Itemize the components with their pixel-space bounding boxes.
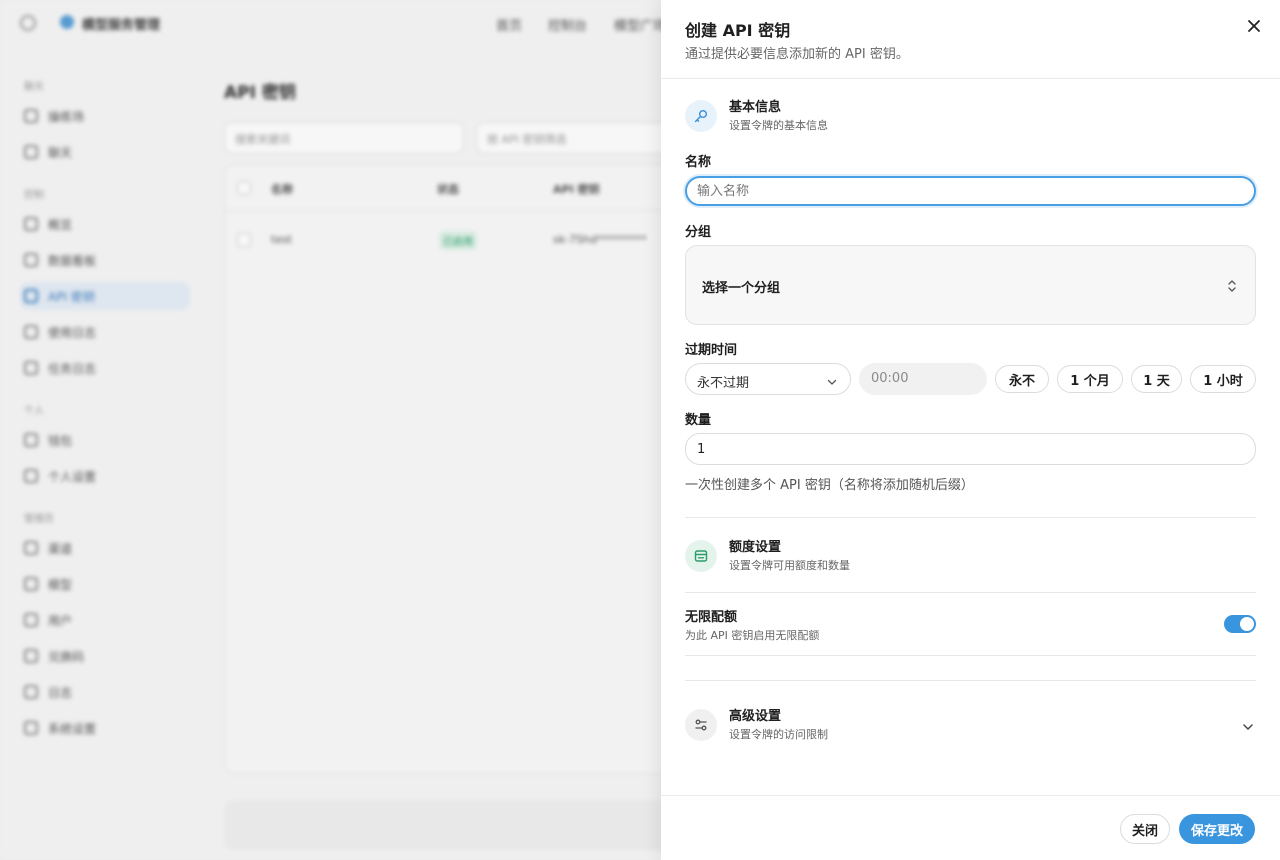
sheet-title: 创建 API 密钥 — [685, 21, 791, 40]
sliders-icon — [685, 709, 717, 741]
advanced-title: 高级设置 — [729, 709, 782, 724]
quantity-hint: 一次性创建多个 API 密钥（名称将添加随机后缀） — [685, 478, 974, 493]
quantity-label: 数量 — [685, 413, 712, 428]
preset-never-button[interactable]: 永不 — [995, 365, 1049, 393]
group-select[interactable]: 选择一个分组 — [685, 245, 1256, 325]
advanced-subtitle: 设置令牌的访问限制 — [729, 728, 828, 741]
chevron-up-down-icon — [1226, 277, 1238, 295]
close-icon[interactable] — [1244, 16, 1264, 36]
name-input[interactable] — [685, 176, 1256, 206]
create-api-key-sheet: 创建 API 密钥 通过提供必要信息添加新的 API 密钥。 基本信息 设置令牌… — [661, 0, 1280, 860]
group-select-value: 选择一个分组 — [702, 281, 781, 296]
chevron-down-icon[interactable] — [1241, 719, 1255, 738]
unlimited-quota-title: 无限配额 — [685, 610, 738, 625]
divider — [685, 517, 1256, 518]
key-icon — [685, 100, 717, 132]
sheet-description: 通过提供必要信息添加新的 API 密钥。 — [685, 47, 909, 62]
time-placeholder: 00:00 — [871, 371, 909, 386]
quantity-input[interactable] — [685, 433, 1256, 465]
basic-info-subtitle: 设置令牌的基本信息 — [729, 119, 828, 132]
preset-1-hour-button[interactable]: 1 小时 — [1190, 365, 1256, 393]
expiry-time-input[interactable]: 00:00 — [859, 363, 987, 395]
group-label: 分组 — [685, 225, 712, 240]
preset-1-day-button[interactable]: 1 天 — [1131, 365, 1182, 393]
sheet-header: 创建 API 密钥 通过提供必要信息添加新的 API 密钥。 — [661, 0, 1280, 79]
advanced-section[interactable]: 高级设置 设置令牌的访问限制 — [685, 705, 1245, 745]
preset-1-month-button[interactable]: 1 个月 — [1057, 365, 1123, 393]
divider — [685, 592, 1256, 593]
chevron-down-icon — [826, 373, 838, 392]
quota-section: 额度设置 设置令牌可用额度和数量 — [685, 536, 1245, 576]
name-label: 名称 — [685, 155, 712, 170]
quota-subtitle: 设置令牌可用额度和数量 — [729, 559, 850, 572]
expiry-select[interactable]: 永不过期 — [685, 363, 851, 395]
divider — [685, 655, 1256, 656]
close-button[interactable]: 关闭 — [1120, 814, 1170, 844]
save-button[interactable]: 保存更改 — [1179, 814, 1255, 844]
toggle-knob — [1240, 617, 1254, 631]
unlimited-quota-toggle[interactable] — [1224, 615, 1256, 633]
expiry-value: 永不过期 — [697, 376, 750, 391]
wallet-icon — [685, 540, 717, 572]
divider — [685, 680, 1256, 681]
basic-info-section: 基本信息 设置令牌的基本信息 — [685, 96, 1245, 136]
sheet-footer: 关闭 保存更改 — [661, 795, 1280, 860]
expiry-label: 过期时间 — [685, 343, 738, 358]
unlimited-quota-subtitle: 为此 API 密钥启用无限配额 — [685, 629, 820, 642]
quota-title: 额度设置 — [729, 540, 782, 555]
basic-info-title: 基本信息 — [729, 100, 782, 115]
